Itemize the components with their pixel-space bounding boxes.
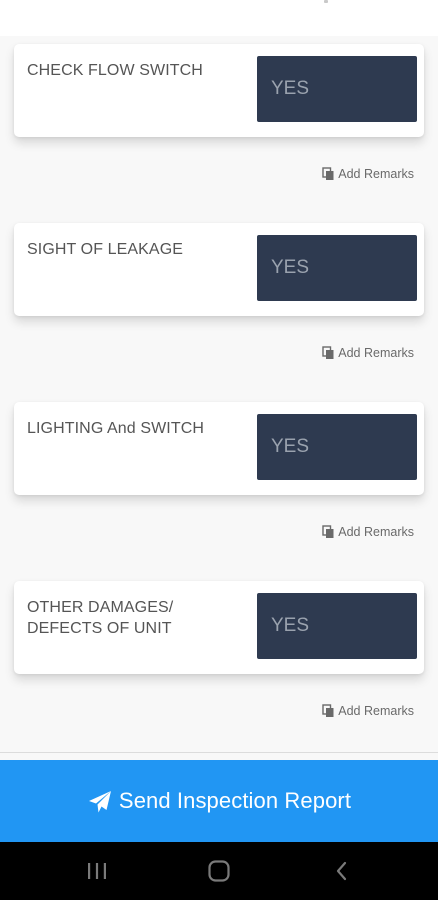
home-icon — [208, 860, 230, 882]
recents-button[interactable] — [77, 856, 117, 886]
copy-icon — [322, 525, 334, 538]
answer-button[interactable]: YES — [257, 235, 417, 301]
item-label: CHECK FLOW SWITCH — [27, 62, 203, 79]
system-nav-bar — [0, 842, 438, 900]
inspection-card: LIGHTING And SWITCH YES — [14, 402, 424, 495]
answer-value: YES — [271, 257, 310, 278]
inspection-card: CHECK FLOW SWITCH YES — [14, 44, 424, 137]
paper-plane-icon — [88, 790, 111, 812]
answer-value: YES — [271, 615, 310, 636]
item-label: OTHER DAMAGES/ DEFECTS OF UNIT — [27, 599, 174, 637]
add-remarks-label: Add Remarks — [338, 525, 414, 539]
item-label: SIGHT OF LEAKAGE — [27, 241, 184, 258]
add-remarks-label: Add Remarks — [338, 704, 414, 718]
copy-icon — [322, 167, 334, 180]
scroll-mark — [324, 0, 328, 3]
copy-icon — [322, 346, 334, 359]
add-remarks-link[interactable]: Add Remarks — [322, 345, 414, 361]
home-button[interactable] — [199, 856, 239, 886]
back-icon — [336, 861, 347, 881]
inspection-item: OTHER DAMAGES/ DEFECTS OF UNIT YES Add R… — [0, 573, 438, 753]
answer-value: YES — [271, 78, 310, 99]
answer-button[interactable]: YES — [257, 593, 417, 659]
add-remarks-link[interactable]: Add Remarks — [322, 166, 414, 182]
inspection-item: CHECK FLOW SWITCH YES Add Remarks — [0, 36, 438, 216]
recents-icon — [88, 863, 106, 879]
back-button[interactable] — [322, 856, 362, 886]
answer-button[interactable]: YES — [257, 414, 417, 480]
inspection-item: SIGHT OF LEAKAGE YES Add Remarks — [0, 215, 438, 395]
add-remarks-label: Add Remarks — [338, 346, 414, 360]
previous-section-edge — [0, 0, 438, 37]
send-button-label: Send Inspection Report — [118, 788, 352, 813]
answer-button[interactable]: YES — [257, 56, 417, 122]
add-remarks-link[interactable]: Add Remarks — [322, 703, 414, 719]
inspection-screen: CHECK FLOW SWITCH YES Add Remarks SIGHT … — [0, 0, 438, 900]
item-label: LIGHTING And SWITCH — [27, 420, 205, 437]
add-remarks-link[interactable]: Add Remarks — [322, 524, 414, 540]
inspection-card: SIGHT OF LEAKAGE YES — [14, 223, 424, 316]
answer-value: YES — [271, 436, 310, 457]
send-inspection-report-button[interactable]: Send Inspection Report — [0, 760, 438, 842]
add-remarks-label: Add Remarks — [338, 167, 414, 181]
inspection-card: OTHER DAMAGES/ DEFECTS OF UNIT YES — [14, 581, 424, 674]
inspection-item: LIGHTING And SWITCH YES Add Remarks — [0, 394, 438, 574]
copy-icon — [322, 704, 334, 717]
